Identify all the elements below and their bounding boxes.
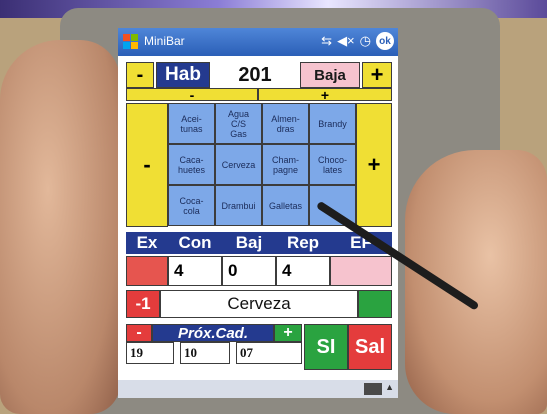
product-button[interactable]: Choco- lates xyxy=(309,144,356,185)
stock-value-4[interactable] xyxy=(330,256,392,286)
status-icons: ⇆ ◀× ◷ ok xyxy=(321,32,394,50)
stock-value-3[interactable]: 4 xyxy=(276,256,330,286)
minus-one-button[interactable]: -1 xyxy=(126,290,160,318)
hab-label: Hab xyxy=(156,62,210,88)
expiry-year[interactable]: 07 xyxy=(236,342,302,364)
taskbar: ▲ xyxy=(118,380,398,398)
stock-value-0[interactable] xyxy=(126,256,168,286)
windows-start-icon[interactable] xyxy=(123,34,139,50)
plus-one-button[interactable] xyxy=(358,290,392,318)
left-hand xyxy=(0,40,120,414)
room-number[interactable]: 201 xyxy=(210,62,300,88)
stock-header-2: Baj xyxy=(235,233,263,252)
clock-icon[interactable]: ◷ xyxy=(360,33,371,49)
grid-minus-button[interactable]: - xyxy=(126,103,168,227)
stock-value-1[interactable]: 4 xyxy=(168,256,222,286)
product-button[interactable]: Drambui xyxy=(215,185,262,226)
selected-product: Cerveza xyxy=(160,290,358,318)
product-button[interactable]: Galletas xyxy=(262,185,309,226)
product-button[interactable]: Caca- huetes xyxy=(168,144,215,185)
grid-plus-button[interactable]: + xyxy=(356,103,392,227)
right-hand xyxy=(405,150,547,414)
product-button[interactable]: Agua C/S Gas xyxy=(215,103,262,144)
product-button[interactable]: Acei- tunas xyxy=(168,103,215,144)
input-arrow-icon[interactable]: ▲ xyxy=(385,382,394,392)
expiry-minus-button[interactable]: - xyxy=(126,324,152,342)
stock-header-1: Con xyxy=(178,233,212,252)
keyboard-icon[interactable] xyxy=(364,383,382,395)
sal-button[interactable]: Sal xyxy=(348,324,392,370)
sub-plus-button[interactable]: + xyxy=(258,87,392,103)
app-title: MiniBar xyxy=(144,34,185,48)
sub-minus-button[interactable]: - xyxy=(126,87,258,103)
room-minus-button[interactable]: - xyxy=(126,62,154,88)
product-button[interactable]: Coca- cola xyxy=(168,185,215,226)
room-plus-button[interactable]: + xyxy=(362,62,392,88)
expiry-day[interactable]: 19 xyxy=(126,342,174,364)
expiry-month[interactable]: 10 xyxy=(180,342,230,364)
product-button[interactable]: Almen- dras xyxy=(262,103,309,144)
si-button[interactable]: SI xyxy=(304,324,348,370)
connectivity-icon[interactable]: ⇆ xyxy=(321,33,332,49)
stock-header-3: Rep xyxy=(286,233,320,252)
stock-header-0: Ex xyxy=(136,233,158,252)
baja-button[interactable]: Baja xyxy=(300,62,360,88)
volume-mute-icon[interactable]: ◀× xyxy=(337,33,355,49)
expiry-label: Próx.Cad. xyxy=(152,324,274,342)
product-button[interactable]: Cham- pagne xyxy=(262,144,309,185)
stock-value-2[interactable]: 0 xyxy=(222,256,276,286)
title-bar: MiniBar ⇆ ◀× ◷ ok xyxy=(118,28,398,56)
screen: MiniBar ⇆ ◀× ◷ ok - Hab 201 Baja + - + -… xyxy=(118,28,398,398)
expiry-plus-button[interactable]: + xyxy=(274,324,302,342)
product-button[interactable]: Brandy xyxy=(309,103,356,144)
ok-button[interactable]: ok xyxy=(376,32,394,50)
product-button[interactable]: Cerveza xyxy=(215,144,262,185)
